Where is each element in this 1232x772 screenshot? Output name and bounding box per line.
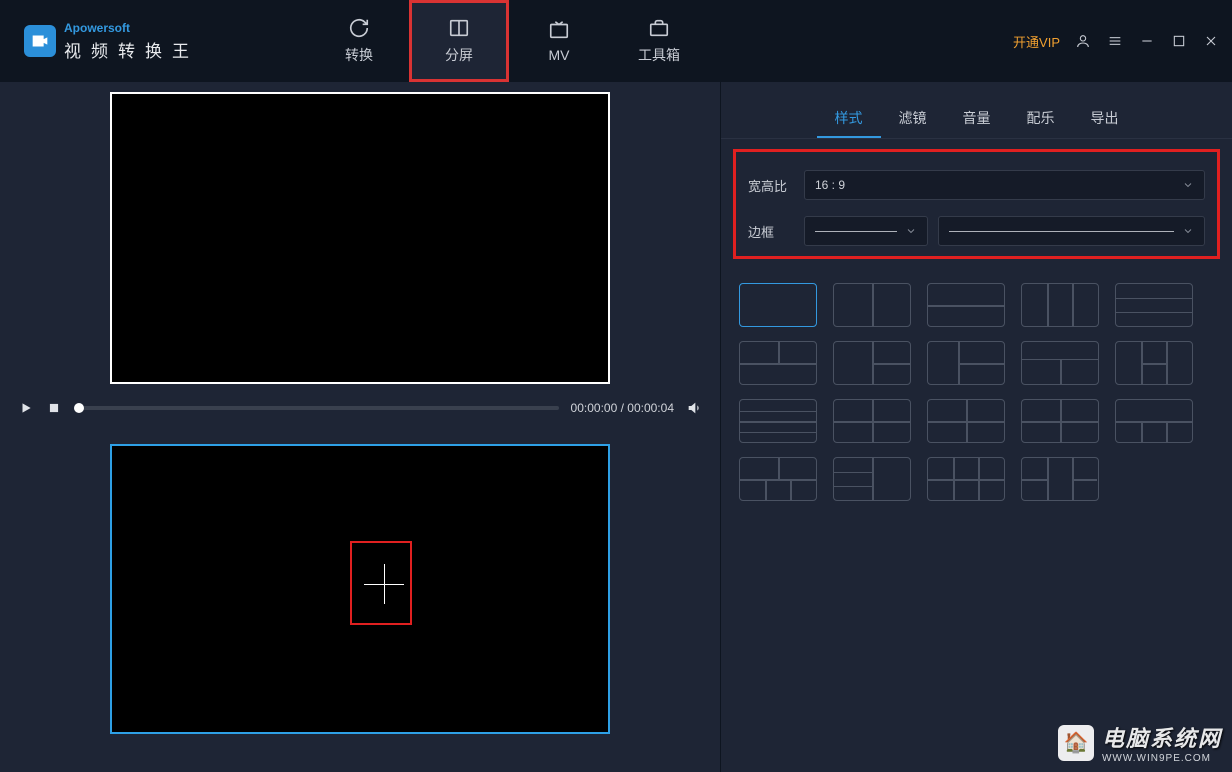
split-screen-icon [448, 17, 470, 39]
aspect-ratio-value: 16 : 9 [815, 178, 845, 192]
tab-convert[interactable]: 转换 [309, 0, 409, 82]
refresh-icon [348, 17, 370, 39]
border-width-select[interactable] [804, 216, 928, 246]
layout-3col-b[interactable] [1115, 341, 1193, 385]
layout-l-left[interactable] [833, 341, 911, 385]
logo-icon [24, 25, 56, 57]
watermark: 🏠 电脑系统网 WWW.WIN9PE.COM [1058, 721, 1222, 764]
progress-bar[interactable] [74, 406, 559, 410]
side-tab-export[interactable]: 导出 [1073, 100, 1137, 138]
side-tab-filter[interactable]: 滤镜 [881, 100, 945, 138]
watermark-url: WWW.WIN9PE.COM [1102, 753, 1222, 764]
layout-single[interactable] [739, 283, 817, 327]
stop-button[interactable] [46, 400, 62, 416]
tab-convert-label: 转换 [345, 45, 373, 65]
mv-icon [548, 19, 570, 41]
settings-highlight-box: 宽高比 16 : 9 边框 [733, 149, 1220, 259]
layout-t-top[interactable] [1021, 341, 1099, 385]
layout-mix1[interactable] [927, 399, 1005, 443]
border-style-select[interactable] [938, 216, 1205, 246]
tab-split[interactable]: 分屏 [409, 0, 509, 82]
app-title: 视频转换王 [64, 37, 199, 62]
side-tab-style[interactable]: 样式 [817, 100, 881, 138]
layout-mix3[interactable] [1115, 399, 1193, 443]
layout-2col[interactable] [833, 283, 911, 327]
add-media-plus-icon[interactable] [364, 564, 404, 604]
menu-icon[interactable] [1106, 32, 1124, 50]
chevron-down-icon [905, 225, 917, 237]
play-button[interactable] [18, 400, 34, 416]
layout-mix4[interactable] [739, 457, 817, 501]
aspect-ratio-label: 宽高比 [748, 176, 792, 195]
user-icon[interactable] [1074, 32, 1092, 50]
app-logo: Apowersoft 视频转换王 [12, 21, 199, 62]
layout-4row[interactable] [739, 399, 817, 443]
video-preview[interactable] [110, 92, 610, 384]
layout-mix2[interactable] [1021, 399, 1099, 443]
tab-toolbox-label: 工具箱 [638, 45, 680, 65]
layout-t-left[interactable] [927, 341, 1005, 385]
layout-3row[interactable] [1115, 283, 1193, 327]
side-tab-music[interactable]: 配乐 [1009, 100, 1073, 138]
maximize-button[interactable] [1170, 32, 1188, 50]
border-label: 边框 [748, 222, 792, 241]
watermark-text: 电脑系统网 [1102, 721, 1222, 753]
minimize-button[interactable] [1138, 32, 1156, 50]
watermark-icon: 🏠 [1058, 725, 1094, 761]
chevron-down-icon [1182, 225, 1194, 237]
tab-mv-label: MV [549, 47, 570, 63]
volume-button[interactable] [686, 400, 702, 416]
border-style-sample [949, 231, 1174, 232]
close-button[interactable] [1202, 32, 1220, 50]
layout-mix6[interactable] [927, 457, 1005, 501]
layout-l-top[interactable] [739, 341, 817, 385]
layout-2x2[interactable] [833, 399, 911, 443]
tab-split-label: 分屏 [445, 45, 473, 65]
aspect-ratio-select[interactable]: 16 : 9 [804, 170, 1205, 200]
layout-mix7[interactable] [1021, 457, 1099, 501]
vip-link[interactable]: 开通VIP [1013, 32, 1060, 51]
layout-3col[interactable] [1021, 283, 1099, 327]
split-editor-area[interactable] [110, 444, 610, 734]
brand-name: Apowersoft [64, 21, 199, 35]
layout-mix5[interactable] [833, 457, 911, 501]
time-display: 00:00:00 / 00:00:04 [571, 401, 674, 415]
side-tab-volume[interactable]: 音量 [945, 100, 1009, 138]
tab-toolbox[interactable]: 工具箱 [609, 0, 709, 82]
chevron-down-icon [1182, 179, 1194, 191]
tab-mv[interactable]: MV [509, 0, 609, 82]
toolbox-icon [648, 17, 670, 39]
border-width-sample [815, 231, 897, 232]
layout-2row[interactable] [927, 283, 1005, 327]
progress-knob[interactable] [74, 403, 84, 413]
